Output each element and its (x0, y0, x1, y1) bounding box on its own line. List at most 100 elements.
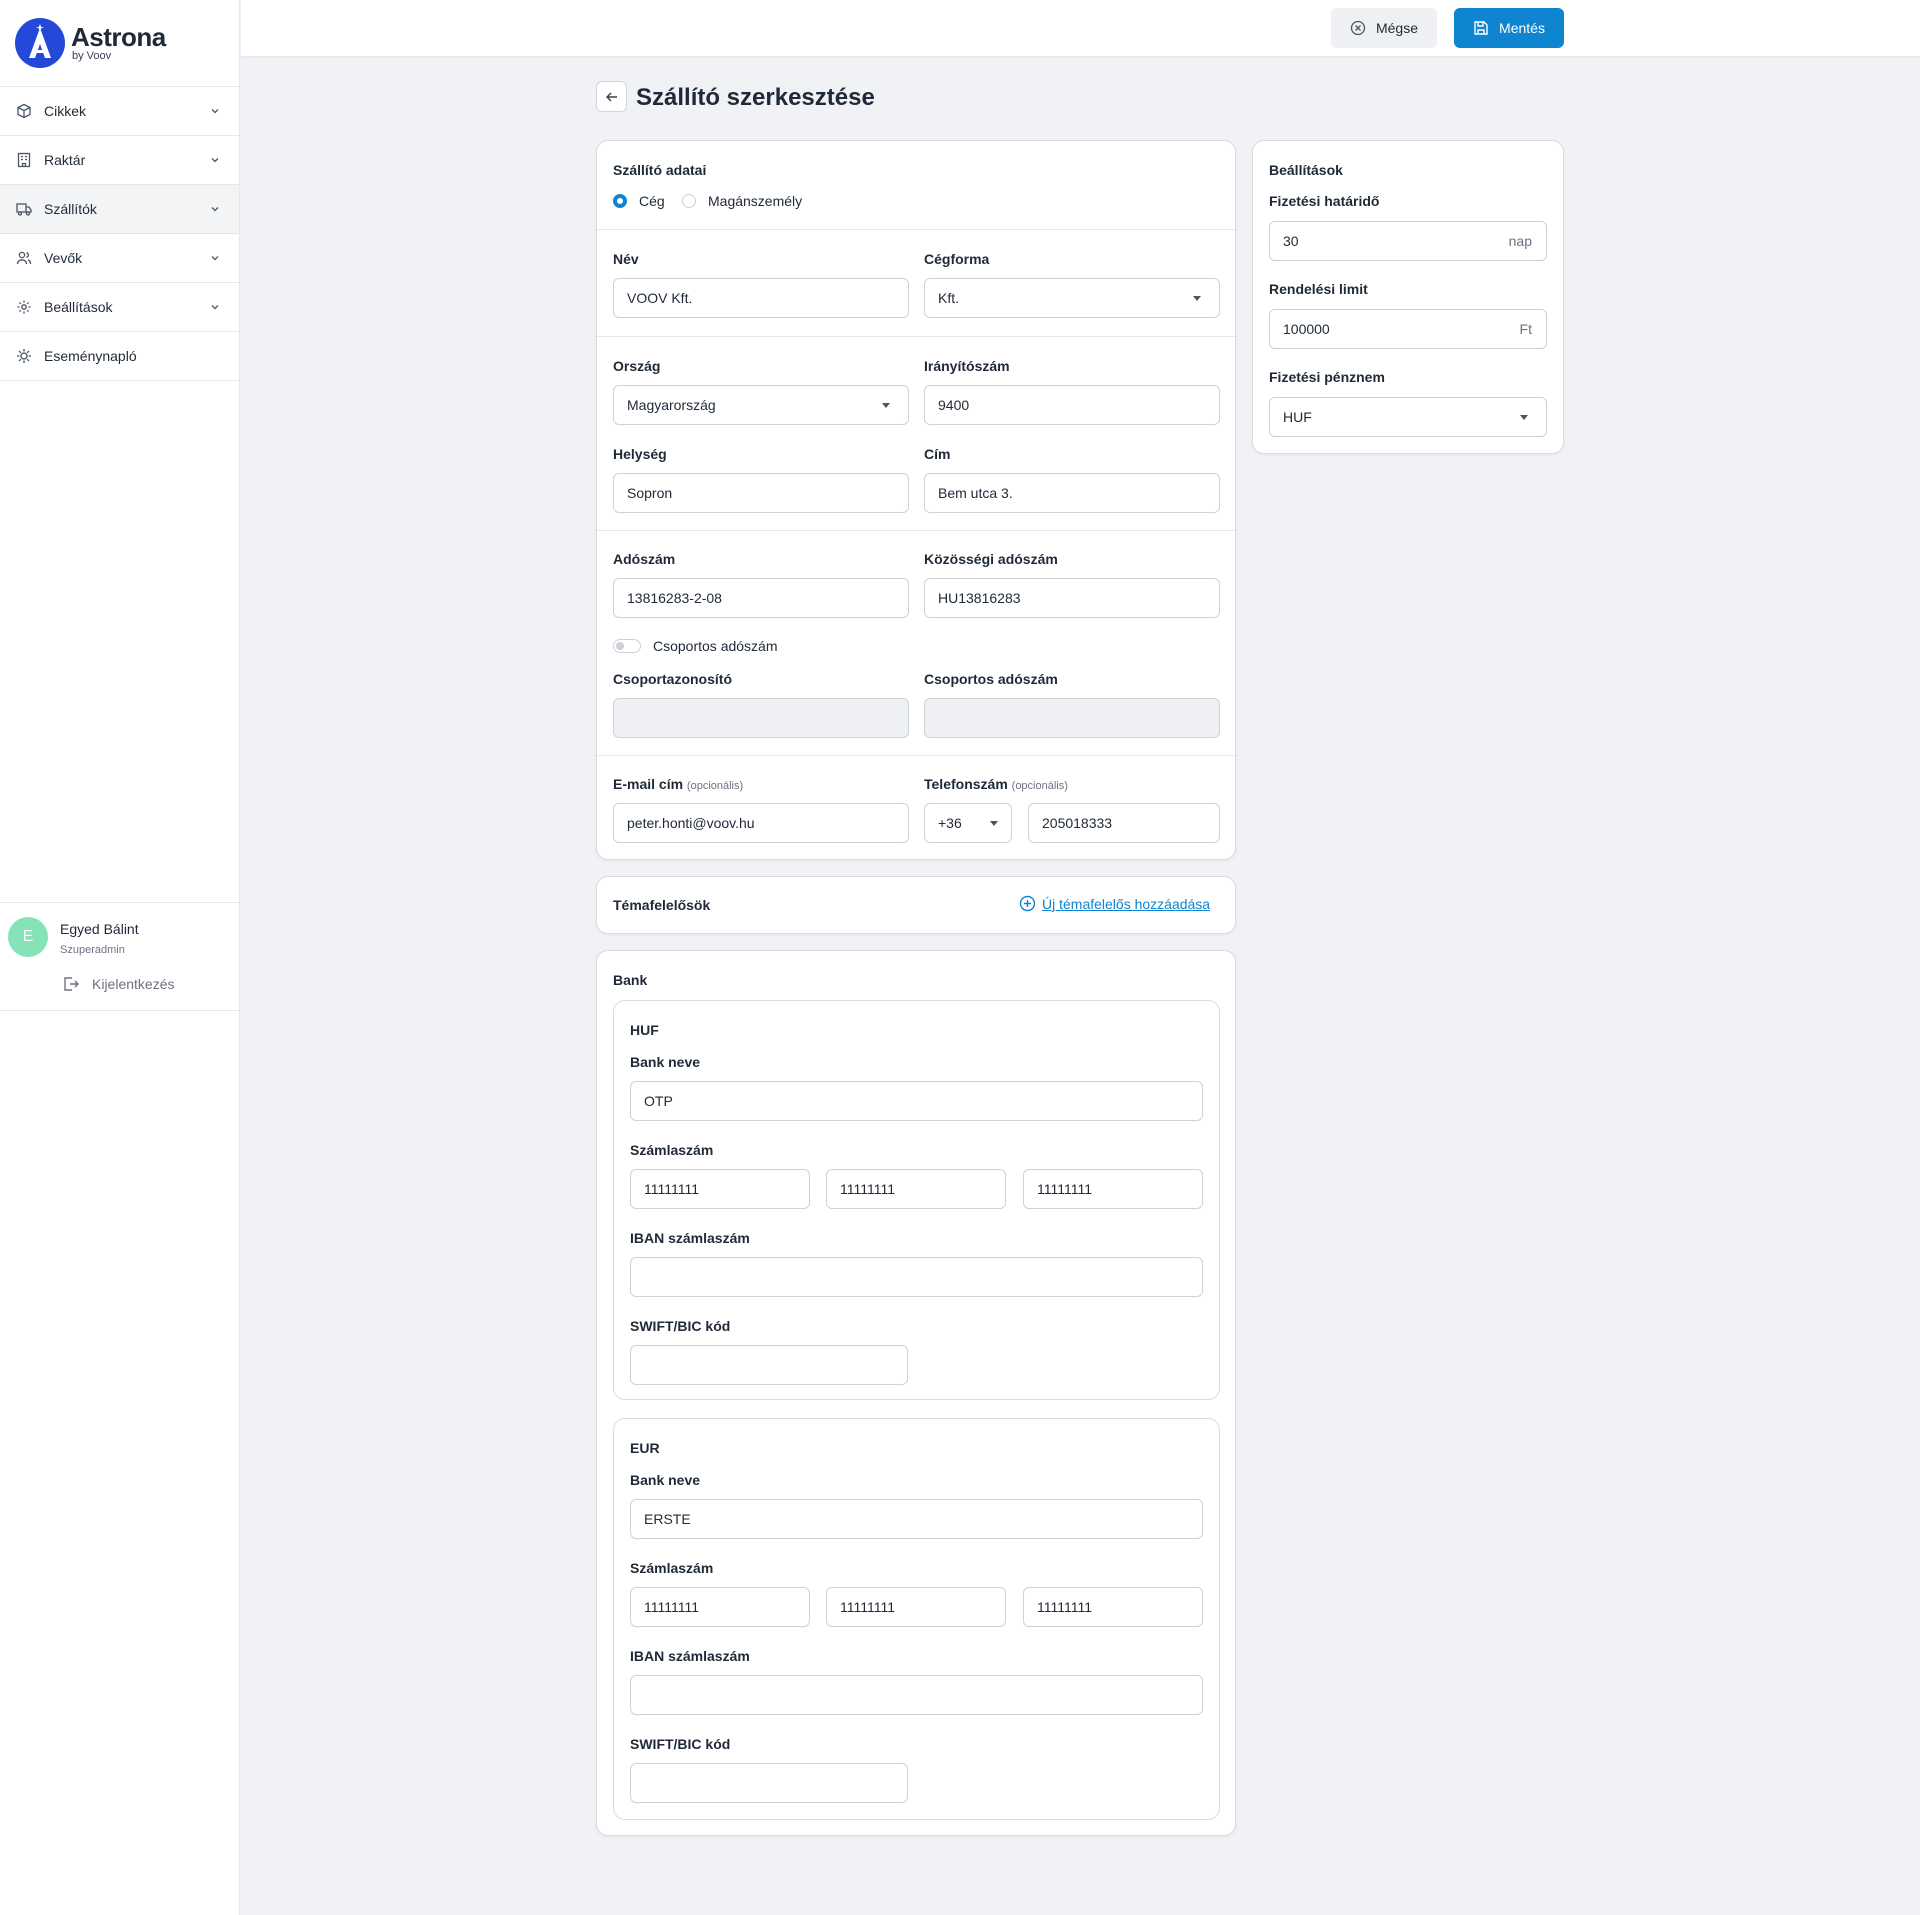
sidebar-item-raktar[interactable]: Raktár (0, 136, 239, 185)
email-field[interactable]: peter.honti@voov.hu (613, 803, 909, 843)
account-part-3[interactable]: 11111111 (1023, 1587, 1203, 1627)
iban-field[interactable] (630, 1675, 1203, 1715)
bank-name-value: OTP (644, 1093, 673, 1109)
tax-number-field[interactable]: 13816283-2-08 (613, 578, 909, 618)
unit-suffix: Ft (1519, 321, 1532, 337)
sidebar-item-label: Eseménynapló (44, 348, 137, 364)
gear-icon (16, 299, 32, 315)
address-field[interactable]: Bem utca 3. (924, 473, 1220, 513)
logout-label: Kijelentkezés (92, 976, 175, 992)
zip-field[interactable]: 9400 (924, 385, 1220, 425)
chevron-down-icon (211, 207, 219, 212)
warehouse-icon (16, 152, 32, 168)
phone-value: 205018333 (1042, 815, 1113, 831)
sidebar-item-esemenynaplo[interactable]: Eseménynapló (0, 332, 239, 381)
save-icon (1474, 21, 1488, 35)
bank-name-field[interactable]: ERSTE (630, 1499, 1203, 1539)
avatar: E (8, 917, 48, 957)
currency-title: EUR (630, 1440, 660, 1456)
back-button[interactable] (596, 81, 627, 112)
user-profile: E Egyed Bálint Szuperadmin Kijelentkezés (0, 902, 240, 1011)
swift-field[interactable] (630, 1345, 908, 1385)
account-part-1[interactable]: 11111111 (630, 1587, 810, 1627)
group-id-field[interactable] (613, 698, 909, 738)
group-tax-toggle[interactable] (613, 639, 641, 653)
group-tax-field[interactable] (924, 698, 1220, 738)
company-form-value: Kft. (938, 290, 960, 306)
add-contact-label: Új témafelelős hozzáadása (1042, 895, 1211, 912)
settings-card: Beállítások Fizetési határidő 30 nap Rend… (1252, 140, 1564, 454)
sidebar-item-cikkek[interactable]: Cikkek (0, 87, 239, 136)
account-part-3[interactable]: 11111111 (1023, 1169, 1203, 1209)
radio-company[interactable] (613, 194, 627, 208)
sidebar-item-label: Cikkek (44, 103, 87, 119)
swift-field[interactable] (630, 1763, 908, 1803)
country-label: Ország (613, 358, 661, 374)
user-role: Szuperadmin (60, 944, 125, 956)
city-label: Helység (613, 446, 667, 462)
contacts-card: Témafelelősök Új témafelelős hozzáadása (596, 876, 1236, 934)
divider (597, 336, 1235, 337)
close-circle-icon (1350, 20, 1366, 36)
chevron-down-icon (211, 305, 219, 310)
payment-currency-label: Fizetési pénznem (1269, 369, 1385, 385)
bank-name-field[interactable]: OTP (630, 1081, 1203, 1121)
payment-currency-select[interactable]: HUF (1269, 397, 1547, 437)
account-part-value: 11111111 (644, 1599, 700, 1615)
arrow-left-icon (605, 92, 617, 101)
sidebar-item-label: Beállítások (44, 299, 113, 315)
account-part-value: 11111111 (840, 1599, 896, 1615)
address-value: Bem utca 3. (938, 485, 1013, 501)
sidebar-item-vevok[interactable]: Vevők (0, 234, 239, 283)
eu-tax-number-field[interactable]: HU13816283 (924, 578, 1220, 618)
chevron-down-icon (211, 256, 219, 261)
astrona-logo-icon (15, 18, 65, 68)
bank-title: Bank (613, 972, 648, 988)
save-button[interactable]: Mentés (1454, 8, 1564, 48)
truck-icon (16, 201, 32, 217)
tax-label: Adószám (613, 551, 676, 567)
account-part-value: 11111111 (840, 1181, 896, 1197)
company-form-select[interactable]: Kft. (924, 278, 1220, 318)
payment-deadline-field[interactable]: 30 nap (1269, 221, 1547, 261)
caret-down-icon (882, 403, 890, 408)
divider (597, 229, 1235, 230)
name-label: Név (613, 251, 639, 267)
radio-person[interactable] (682, 194, 696, 208)
country-value: Magyarország (627, 397, 716, 413)
account-number-label: Számlaszám (630, 1560, 714, 1576)
divider (597, 530, 1235, 531)
iban-label: IBAN számlaszám (630, 1230, 750, 1246)
cancel-label: Mégse (1375, 20, 1419, 36)
sidebar-item-label: Raktár (44, 152, 86, 168)
caret-down-icon (990, 821, 998, 826)
order-limit-field[interactable]: 100000 Ft (1269, 309, 1547, 349)
tax-value: 13816283-2-08 (627, 590, 722, 606)
cancel-button[interactable]: Mégse (1331, 8, 1437, 48)
user-name: Egyed Bálint (60, 921, 139, 937)
phone-label: Telefonszám (opcionális) (924, 776, 1068, 792)
account-part-value: 11111111 (1037, 1181, 1093, 1197)
plus-circle-icon (1019, 895, 1036, 912)
city-field[interactable]: Sopron (613, 473, 909, 513)
currency-title: HUF (630, 1022, 659, 1038)
unit-suffix: nap (1508, 233, 1532, 249)
add-contact-link[interactable]: Új témafelelős hozzáadása (1019, 895, 1210, 912)
phone-field[interactable]: 205018333 (1028, 803, 1220, 843)
box-icon (16, 103, 32, 119)
iban-field[interactable] (630, 1257, 1203, 1297)
name-field[interactable]: VOOV Kft. (613, 278, 909, 318)
sidebar-item-label: Szállítók (44, 201, 97, 217)
sidebar-item-beallitasok[interactable]: Beállítások (0, 283, 239, 332)
bank-name-label: Bank neve (630, 1472, 701, 1488)
phone-prefix-select[interactable]: +36 (924, 803, 1012, 843)
sidebar-item-szallitok[interactable]: Szállítók (0, 185, 239, 234)
account-part-2[interactable]: 11111111 (826, 1169, 1006, 1209)
payment-currency-value: HUF (1283, 409, 1312, 425)
logout-button[interactable]: Kijelentkezés (62, 975, 175, 993)
zip-label: Irányítószám (924, 358, 1010, 374)
account-part-2[interactable]: 11111111 (826, 1587, 1006, 1627)
account-part-1[interactable]: 11111111 (630, 1169, 810, 1209)
brand-logo[interactable]: Astrona by Voov (0, 0, 239, 87)
country-select[interactable]: Magyarország (613, 385, 909, 425)
